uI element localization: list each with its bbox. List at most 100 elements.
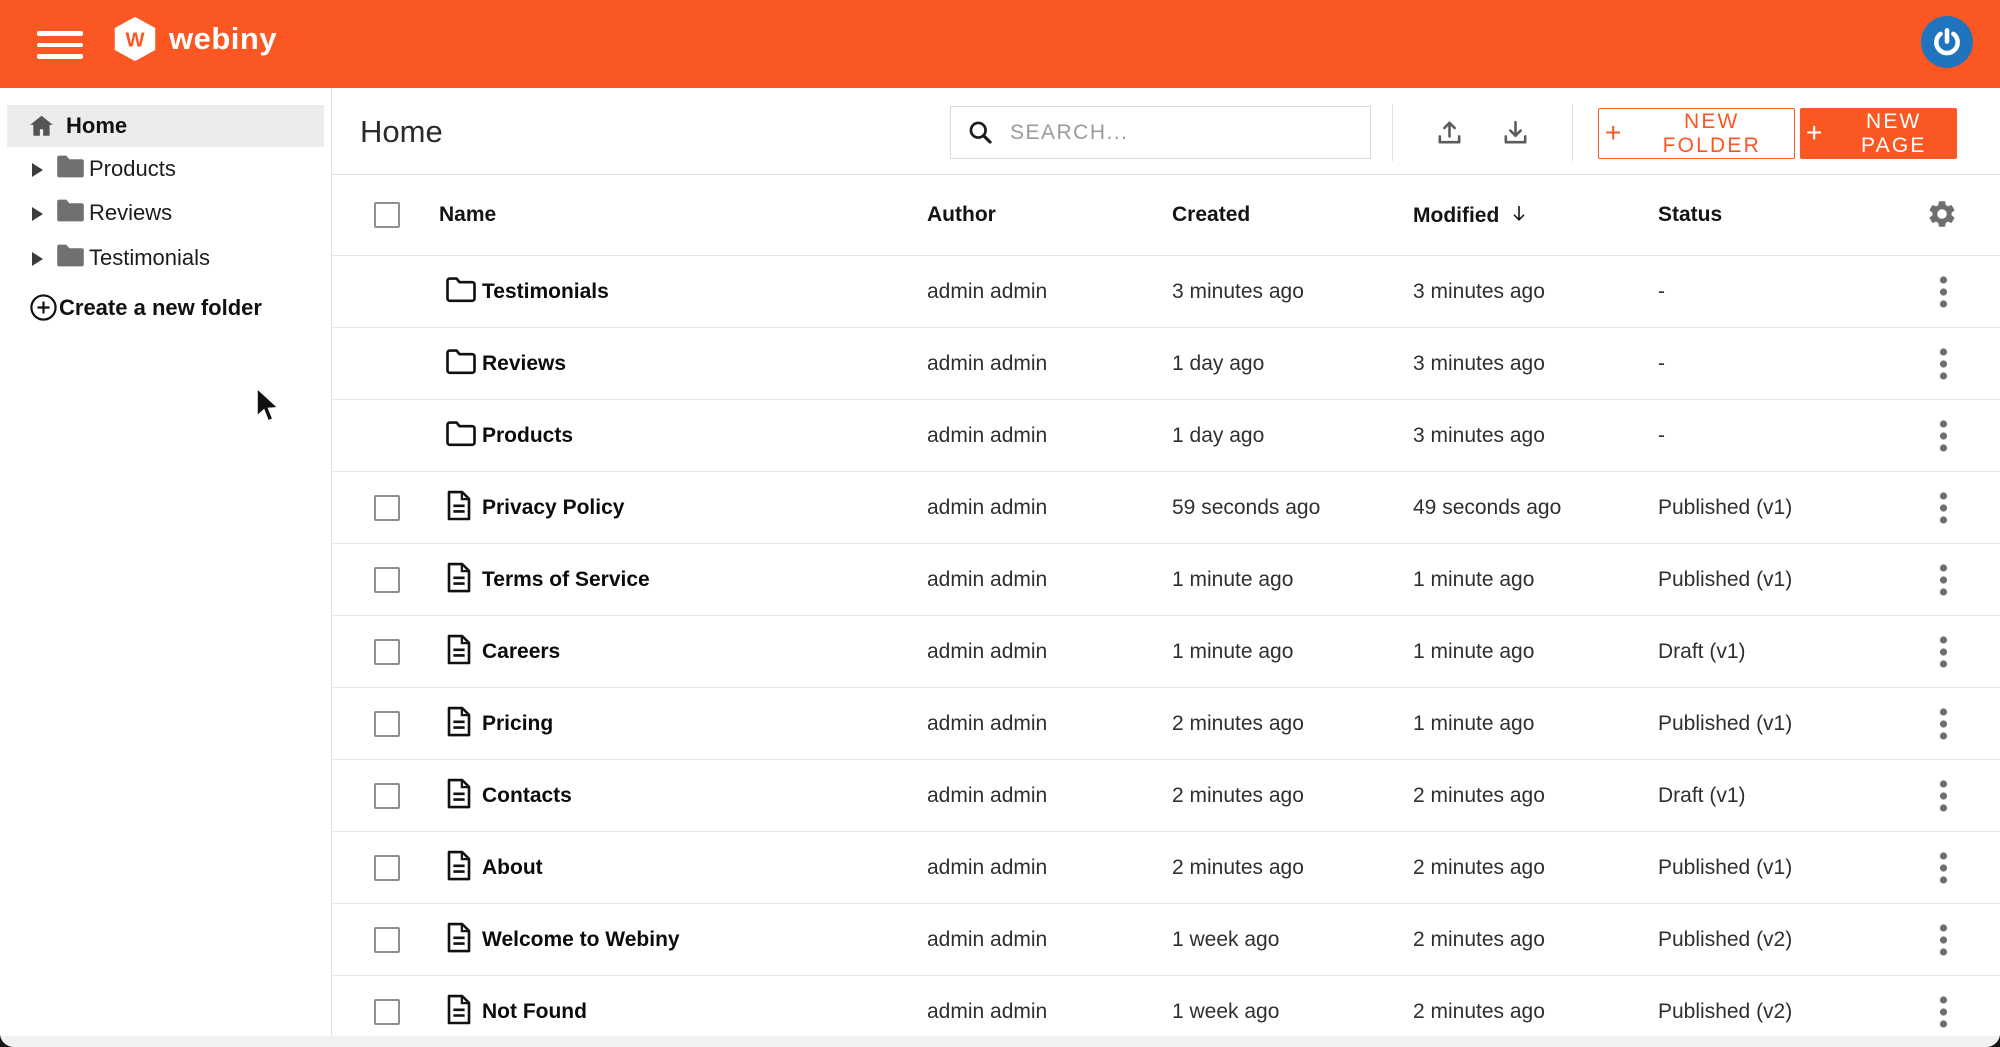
table-body: Testimonialsadmin admin3 minutes ago3 mi… <box>332 256 2000 1047</box>
row-checkbox[interactable] <box>374 639 400 665</box>
folder-icon <box>56 198 85 223</box>
sidebar-item-products[interactable]: Products <box>0 149 323 193</box>
column-header-modified[interactable]: Modified <box>1413 202 1529 228</box>
page-icon <box>446 778 472 808</box>
row-actions-button[interactable] <box>1928 418 1958 454</box>
row-actions-button[interactable] <box>1928 994 1958 1030</box>
row-status: Draft (v1) <box>1658 784 1746 808</box>
row-checkbox[interactable] <box>374 711 400 737</box>
kebab-menu-icon <box>1939 346 1948 382</box>
new-page-button[interactable]: + NEW PAGE <box>1800 108 1957 159</box>
page-icon <box>446 490 472 520</box>
new-folder-button[interactable]: + NEW FOLDER <box>1598 108 1795 159</box>
top-bar: W webiny <box>0 0 2000 88</box>
row-name[interactable]: Welcome to Webiny <box>482 928 680 952</box>
row-checkbox[interactable] <box>374 927 400 953</box>
page-icon <box>446 634 472 664</box>
row-actions-button[interactable] <box>1928 850 1958 886</box>
create-folder-label: Create a new folder <box>59 295 262 321</box>
sidebar-item-reviews[interactable]: Reviews <box>0 193 323 237</box>
row-actions-button[interactable] <box>1928 346 1958 382</box>
row-name[interactable]: Privacy Policy <box>482 496 624 520</box>
new-folder-label: NEW FOLDER <box>1636 110 1788 158</box>
kebab-menu-icon <box>1939 274 1948 310</box>
folder-icon <box>56 154 85 179</box>
table-row[interactable]: Pricingadmin admin2 minutes ago1 minute … <box>332 688 2000 760</box>
row-author: admin admin <box>927 496 1047 520</box>
table-row[interactable]: Testimonialsadmin admin3 minutes ago3 mi… <box>332 256 2000 328</box>
user-avatar[interactable] <box>1921 16 1973 68</box>
column-header-created[interactable]: Created <box>1172 203 1250 227</box>
row-modified: 1 minute ago <box>1413 712 1534 736</box>
row-name[interactable]: Contacts <box>482 784 572 808</box>
select-all-checkbox[interactable] <box>374 202 400 228</box>
column-header-name[interactable]: Name <box>439 203 496 227</box>
table-row[interactable]: Contactsadmin admin2 minutes ago2 minute… <box>332 760 2000 832</box>
logo-wordmark: webiny <box>169 21 277 57</box>
scrollbar-track[interactable] <box>0 1036 2000 1047</box>
search-input[interactable] <box>1010 107 1370 158</box>
row-name[interactable]: Products <box>482 424 573 448</box>
row-status: - <box>1658 352 1665 376</box>
row-name[interactable]: Not Found <box>482 1000 587 1024</box>
row-actions-button[interactable] <box>1928 706 1958 742</box>
table-row[interactable]: Reviewsadmin admin1 day ago3 minutes ago… <box>332 328 2000 400</box>
table-row[interactable]: Careersadmin admin1 minute ago1 minute a… <box>332 616 2000 688</box>
chevron-right-icon[interactable] <box>32 252 43 266</box>
sidebar-item-testimonials[interactable]: Testimonials <box>0 238 323 282</box>
row-name[interactable]: Terms of Service <box>482 568 650 592</box>
row-name[interactable]: Testimonials <box>482 280 609 304</box>
row-status: Published (v1) <box>1658 712 1792 736</box>
row-status: - <box>1658 424 1665 448</box>
table-row[interactable]: Productsadmin admin1 day ago3 minutes ag… <box>332 400 2000 472</box>
row-name[interactable]: About <box>482 856 543 880</box>
import-pages-button[interactable] <box>1419 106 1479 159</box>
row-created: 1 minute ago <box>1172 568 1293 592</box>
column-header-status[interactable]: Status <box>1658 203 1722 227</box>
table-settings-button[interactable] <box>1924 197 1960 233</box>
menu-icon[interactable] <box>37 31 83 61</box>
row-actions-button[interactable] <box>1928 922 1958 958</box>
page-icon <box>446 706 472 736</box>
row-actions-button[interactable] <box>1928 778 1958 814</box>
toolbar-divider <box>1572 104 1573 161</box>
kebab-menu-icon <box>1939 706 1948 742</box>
export-pages-button[interactable] <box>1485 106 1545 159</box>
row-author: admin admin <box>927 784 1047 808</box>
folder-icon <box>446 276 476 302</box>
table-row[interactable]: Aboutadmin admin2 minutes ago2 minutes a… <box>332 832 2000 904</box>
row-status: Published (v1) <box>1658 496 1792 520</box>
row-checkbox[interactable] <box>374 567 400 593</box>
page-icon <box>446 850 472 880</box>
row-author: admin admin <box>927 928 1047 952</box>
row-actions-button[interactable] <box>1928 274 1958 310</box>
row-checkbox[interactable] <box>374 855 400 881</box>
table-row[interactable]: Welcome to Webinyadmin admin1 week ago2 … <box>332 904 2000 976</box>
row-actions-button[interactable] <box>1928 562 1958 598</box>
content-area: Home <box>332 88 2000 1047</box>
row-name[interactable]: Reviews <box>482 352 566 376</box>
chevron-right-icon[interactable] <box>32 207 43 221</box>
row-author: admin admin <box>927 568 1047 592</box>
row-created: 1 day ago <box>1172 352 1264 376</box>
row-created: 59 seconds ago <box>1172 496 1320 520</box>
create-folder-button[interactable]: Create a new folder <box>0 286 331 328</box>
toolbar: Home <box>332 88 2000 175</box>
folder-icon <box>56 243 85 268</box>
kebab-menu-icon <box>1939 418 1948 454</box>
row-checkbox[interactable] <box>374 783 400 809</box>
row-checkbox[interactable] <box>374 495 400 521</box>
table-row[interactable]: Terms of Serviceadmin admin1 minute ago1… <box>332 544 2000 616</box>
row-checkbox[interactable] <box>374 999 400 1025</box>
chevron-right-icon[interactable] <box>32 163 43 177</box>
row-created: 1 week ago <box>1172 928 1279 952</box>
row-created: 2 minutes ago <box>1172 712 1304 736</box>
row-actions-button[interactable] <box>1928 634 1958 670</box>
row-actions-button[interactable] <box>1928 490 1958 526</box>
sidebar-item-home[interactable]: Home <box>7 105 324 147</box>
kebab-menu-icon <box>1939 922 1948 958</box>
table-row[interactable]: Privacy Policyadmin admin59 seconds ago4… <box>332 472 2000 544</box>
row-name[interactable]: Pricing <box>482 712 553 736</box>
row-name[interactable]: Careers <box>482 640 560 664</box>
column-header-author[interactable]: Author <box>927 203 996 227</box>
